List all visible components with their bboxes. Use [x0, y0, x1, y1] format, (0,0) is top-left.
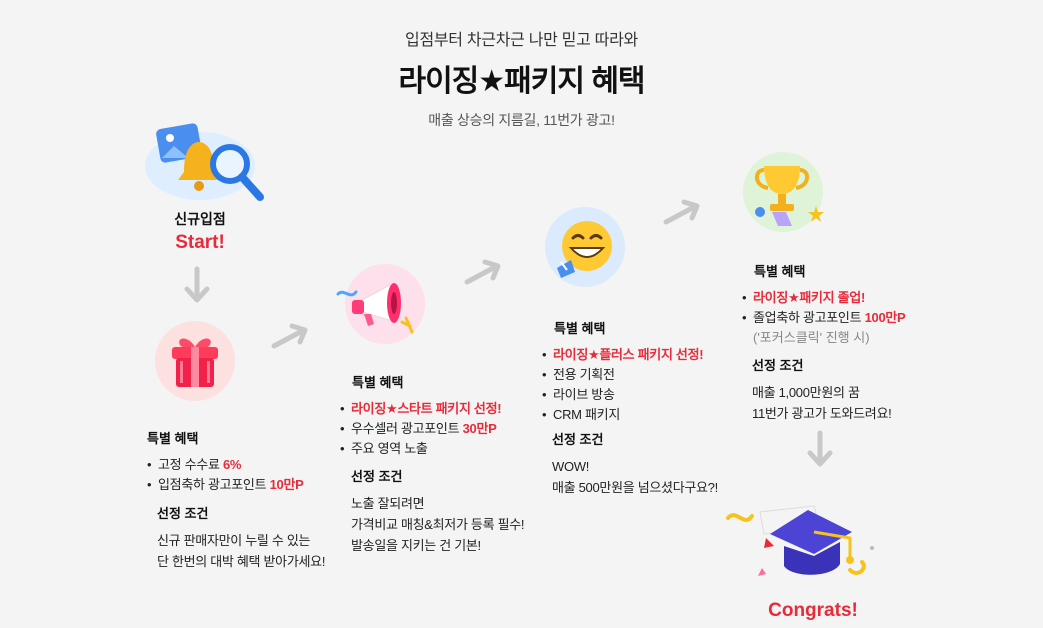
step2-benefit-title: 특별 혜택	[352, 375, 404, 390]
list-item: 입점축하 광고포인트 10만P	[147, 475, 337, 495]
arrow-down-icon	[183, 266, 211, 311]
benefit-highlight: 라이징★패키지 졸업!	[753, 290, 865, 305]
list-item: CRM 패키지	[542, 405, 752, 425]
step1-cond-title: 선정 조건	[157, 506, 209, 521]
list-item: 라이징★플러스 패키지 선정!	[542, 345, 752, 365]
step0-label: 신규입점	[174, 211, 226, 227]
benefit-highlight: 라이징★플러스 패키지 선정!	[553, 347, 704, 362]
step3-benefits: 특별 혜택 라이징★플러스 패키지 선정! 전용 기획전 라이브 방송 CRM …	[542, 318, 752, 425]
condition-line: 발송일을 지키는 건 기본!	[351, 538, 481, 553]
step2-benefits: 특별 혜택 라이징★스타트 패키지 선정! 우수셀러 광고포인트 30만P 주요…	[340, 372, 550, 459]
list-item: 라이징★스타트 패키지 선정!	[340, 399, 550, 419]
benefit-text: 전용 기획전	[553, 367, 615, 382]
page-title: 라이징★패키지 혜택	[398, 65, 645, 98]
step1-benefit-title: 특별 혜택	[147, 431, 199, 446]
step4-conditions: 선정 조건 매출 1,000만원의 꿈 11번가 광고가 도와드려요!	[752, 355, 962, 424]
new-entry-illustration	[140, 120, 270, 205]
list-item: 고정 수수료 6%	[147, 455, 337, 475]
arrow-down-icon	[806, 430, 834, 475]
step1-conditions: 선정 조건 신규 판매자만이 누릴 수 있는 단 한번의 대박 혜택 받아가세요…	[157, 503, 347, 572]
condition-line: 노출 잘되려면	[351, 496, 425, 511]
final-congrats: Congrats!	[748, 600, 878, 622]
benefit-text: 우수셀러 광고포인트	[351, 421, 463, 436]
benefit-highlight: 10만P	[269, 477, 304, 492]
condition-line: 매출 1,000만원의 꿈	[752, 385, 860, 400]
trophy-icon	[750, 160, 830, 233]
arrow-up-right-icon	[662, 198, 702, 231]
benefit-text: 주요 영역 노출	[351, 441, 428, 456]
grinning-face-icon	[553, 218, 617, 285]
condition-line: WOW!	[552, 459, 590, 474]
step1-benefit-list: 고정 수수료 6% 입점축하 광고포인트 10만P	[147, 455, 337, 495]
step4-benefit-title: 특별 혜택	[754, 264, 806, 279]
condition-line: 11번가 광고가 도와드려요!	[752, 406, 892, 421]
condition-line: 매출 500만원을 넘으셨다구요?!	[552, 480, 718, 495]
graduation-cap-icon	[722, 498, 882, 595]
congrats-text: Congrats!	[768, 600, 858, 621]
step2-conditions: 선정 조건 노출 잘되려면 가격비교 매칭&최저가 등록 필수! 발송일을 지키…	[351, 466, 561, 556]
list-item: 전용 기획전	[542, 365, 752, 385]
step4-cond-title: 선정 조건	[752, 358, 804, 373]
gift-icon	[168, 333, 222, 396]
benefit-highlight: 6%	[222, 457, 242, 472]
step3-conditions: 선정 조건 WOW! 매출 500만원을 넘으셨다구요?!	[552, 429, 762, 498]
benefit-text: 고정 수수료	[158, 457, 223, 472]
step0-start: Start!	[175, 232, 225, 253]
benefit-text: CRM 패키지	[553, 407, 620, 422]
page-header: 입점부터 차근차근 나만 믿고 따라와 라이징★패키지 혜택 매출 상승의 지름…	[0, 26, 1043, 130]
step2-benefit-list: 라이징★스타트 패키지 선정! 우수셀러 광고포인트 30만P 주요 영역 노출	[340, 399, 550, 459]
benefit-highlight: 30만P	[462, 421, 497, 436]
step4-note: ('포커스클릭' 진행 시)	[753, 330, 870, 345]
condition-line: 단 한번의 대박 혜택 받아가세요!	[157, 554, 326, 569]
benefit-highlight: 라이징★스타트 패키지 선정!	[351, 401, 502, 416]
step2-cond-title: 선정 조건	[351, 469, 403, 484]
page-subtitle: 입점부터 차근차근 나만 믿고 따라와	[405, 32, 638, 49]
step3-benefit-list: 라이징★플러스 패키지 선정! 전용 기획전 라이브 방송 CRM 패키지	[542, 345, 752, 425]
step3-benefit-title: 특별 혜택	[554, 321, 606, 336]
list-item: 우수셀러 광고포인트 30만P	[340, 419, 550, 439]
list-item: 라이징★패키지 졸업!	[742, 288, 962, 308]
step4-benefit-list: 라이징★패키지 졸업! 졸업축하 광고포인트 100만P	[742, 288, 962, 328]
step1-benefits: 특별 혜택 고정 수수료 6% 입점축하 광고포인트 10만P	[147, 428, 337, 495]
condition-line: 가격비교 매칭&최저가 등록 필수!	[351, 517, 525, 532]
step4-benefits: 특별 혜택 라이징★패키지 졸업! 졸업축하 광고포인트 100만P ('포커스…	[742, 261, 962, 348]
list-item: 라이브 방송	[542, 385, 752, 405]
benefit-highlight: 100만P	[864, 310, 906, 325]
arrow-up-right-icon	[463, 258, 503, 291]
benefit-text: 졸업축하 광고포인트	[753, 310, 865, 325]
benefit-text: 라이브 방송	[553, 387, 615, 402]
megaphone-icon	[334, 272, 424, 341]
list-item: 주요 영역 노출	[340, 439, 550, 459]
arrow-up-right-icon	[270, 322, 310, 355]
condition-line: 신규 판매자만이 누릴 수 있는	[157, 533, 311, 548]
step3-cond-title: 선정 조건	[552, 432, 604, 447]
list-item: 졸업축하 광고포인트 100만P	[742, 308, 962, 328]
step0-labels: 신규입점 Start!	[140, 209, 260, 254]
benefit-text: 입점축하 광고포인트	[158, 477, 270, 492]
